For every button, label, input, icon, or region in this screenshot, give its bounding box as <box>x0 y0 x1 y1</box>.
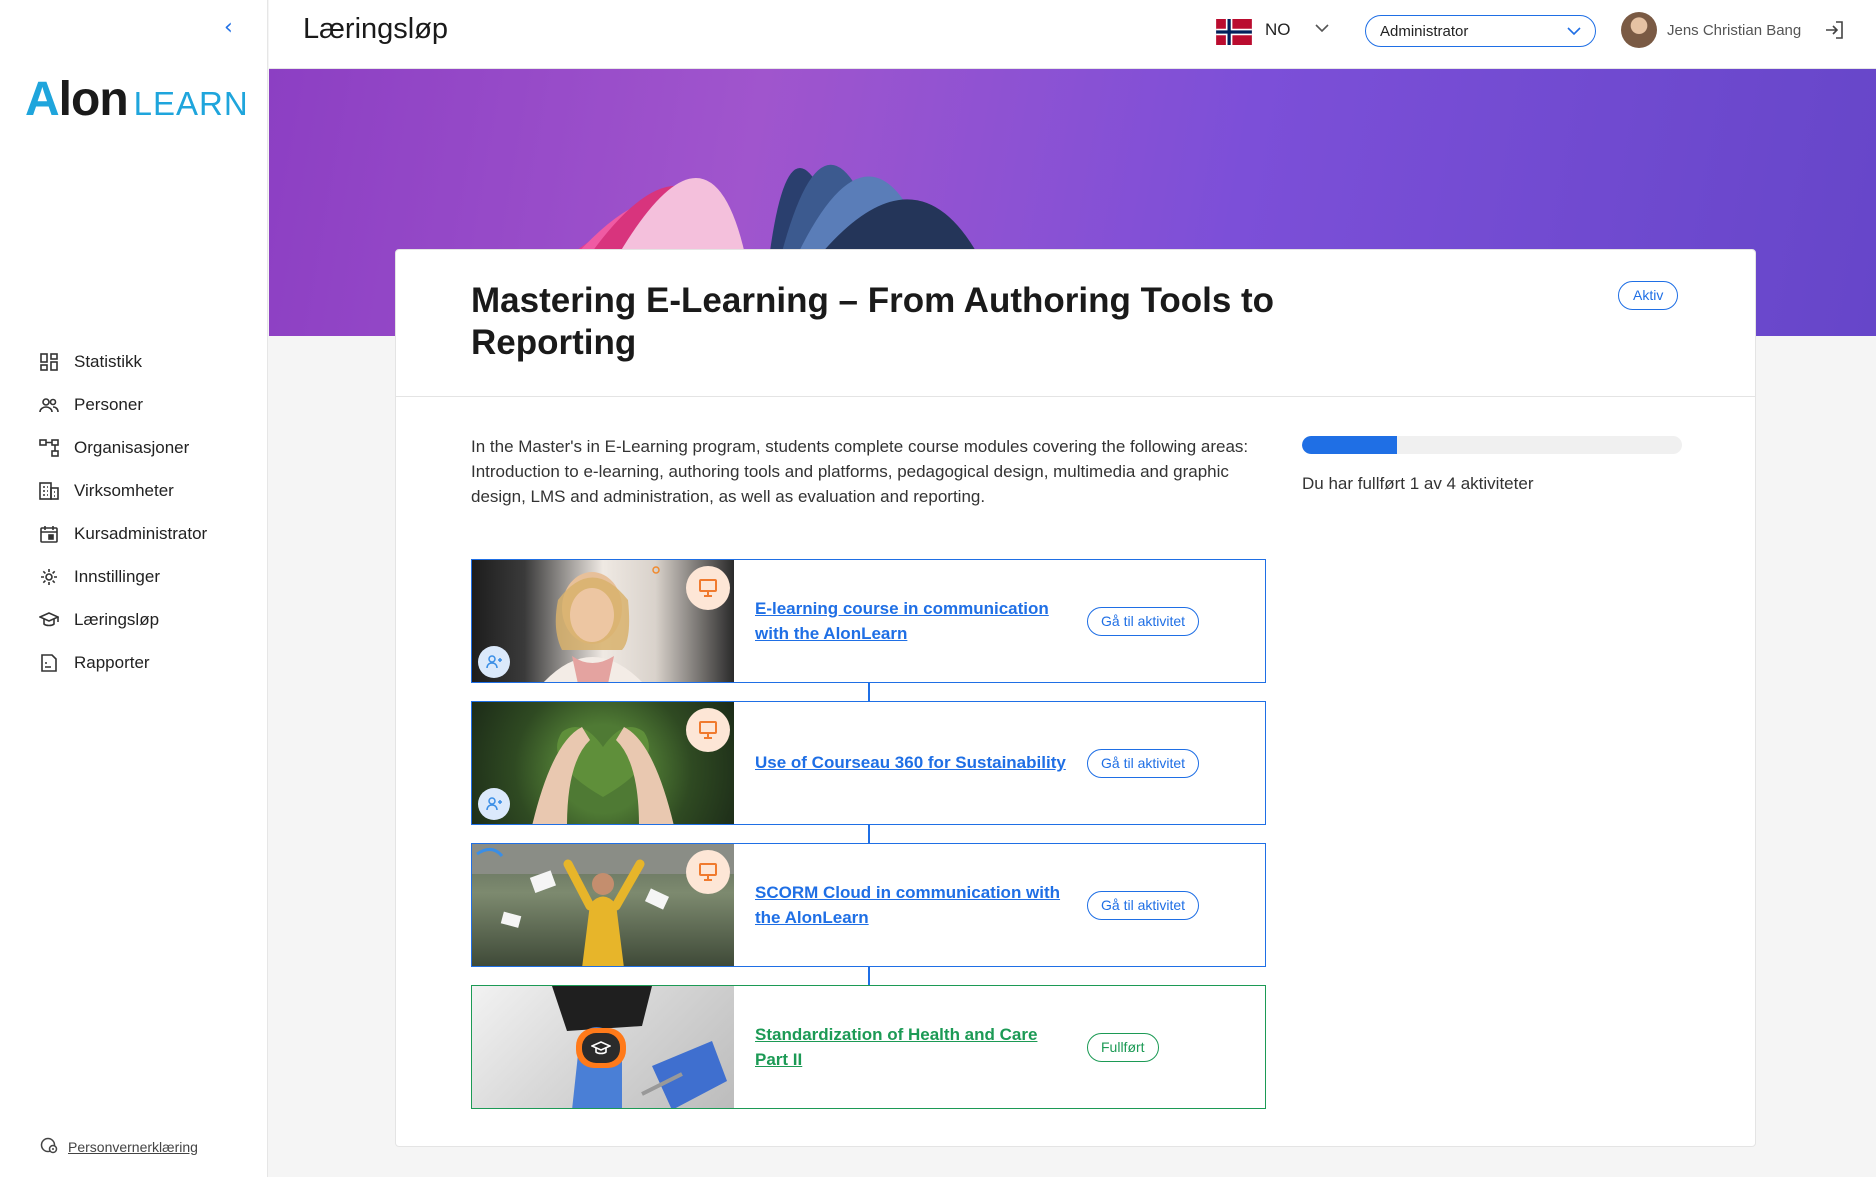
sidebar-item-laeringslop[interactable]: Læringsløp <box>38 598 207 641</box>
dashboard-icon <box>38 351 60 373</box>
logout-icon[interactable] <box>1824 20 1846 42</box>
avatar[interactable] <box>1621 12 1657 48</box>
sidebar-item-label: Læringsløp <box>74 609 160 629</box>
sidebar-item-label: Rapporter <box>74 652 150 672</box>
presentation-icon <box>686 850 730 894</box>
privacy-link[interactable]: Personvernerklæring <box>40 1136 198 1157</box>
graduation-cap-icon <box>38 609 60 631</box>
page-title: Læringsløp <box>303 13 449 45</box>
activity-title-link[interactable]: Standardization of Health and Care Part … <box>755 1022 1075 1072</box>
alonlearn-logo[interactable]: Alon LEARN <box>25 74 249 124</box>
sidebar-item-label: Innstillinger <box>74 566 160 586</box>
go-to-activity-button[interactable]: Gå til aktivitet <box>1087 891 1200 920</box>
role-select[interactable]: Administrator <box>1365 15 1596 47</box>
shield-icon <box>40 1136 58 1157</box>
activity-thumbnail[interactable] <box>472 844 734 966</box>
sidebar-item-rapporter[interactable]: Rapporter <box>38 641 207 684</box>
sidebar-nav: Statistikk Personer Organisasjoner Virks… <box>38 340 207 684</box>
activity-thumbnail[interactable] <box>472 702 734 824</box>
activity-card: Use of Courseau 360 for Sustainability G… <box>471 701 1266 825</box>
building-icon <box>38 480 60 502</box>
language-code[interactable]: NO <box>1265 20 1291 40</box>
activity-card: E-learning course in communication with … <box>471 559 1266 683</box>
progress-text: Du har fullført 1 av 4 aktiviteter <box>1302 474 1534 493</box>
activity-connector <box>868 683 870 701</box>
sidebar-item-innstillinger[interactable]: Innstillinger <box>38 555 207 598</box>
sidebar-item-personer[interactable]: Personer <box>38 383 207 426</box>
chevron-down-icon <box>1567 23 1581 40</box>
collapse-sidebar-icon[interactable]: ‹ <box>224 16 244 40</box>
sidebar-item-label: Organisasjoner <box>74 437 190 457</box>
sidebar-item-label: Kursadministrator <box>74 523 208 543</box>
activity-title-link[interactable]: Use of Courseau 360 for Sustainability <box>755 750 1075 775</box>
sidebar-item-label: Statistikk <box>74 351 143 371</box>
people-icon <box>38 394 60 416</box>
sidebar-item-kursadministrator[interactable]: Kursadministrator <box>38 512 207 555</box>
progress-bar <box>1302 436 1682 454</box>
divider <box>396 396 1755 397</box>
status-badge: Aktiv <box>1618 281 1679 310</box>
go-to-activity-button[interactable]: Gå til aktivitet <box>1087 749 1200 778</box>
sidebar-item-label: Personer <box>74 394 143 414</box>
progress-fill <box>1302 436 1397 454</box>
org-chart-icon <box>38 437 60 459</box>
activity-card: SCORM Cloud in communication with the Al… <box>471 843 1266 967</box>
assign-user-icon <box>478 646 510 678</box>
activity-thumbnail[interactable] <box>472 560 734 682</box>
course-completed-cap-icon <box>576 1028 626 1068</box>
activity-connector <box>868 967 870 985</box>
sidebar-item-label: Virksomheter <box>74 480 174 500</box>
course-title: Mastering E-Learning – From Authoring To… <box>471 281 1275 362</box>
activity-card: Standardization of Health and Care Part … <box>471 985 1266 1109</box>
activity-connector <box>868 825 870 843</box>
logo-sub: LEARN <box>133 85 249 122</box>
course-description: In the Master's in E-Learning program, s… <box>471 437 1249 506</box>
role-value: Administrator <box>1380 22 1469 40</box>
activity-thumbnail[interactable] <box>472 986 734 1108</box>
logo-main: Alon <box>25 73 129 126</box>
sidebar-item-statistikk[interactable]: Statistikk <box>38 340 207 383</box>
assign-user-icon <box>478 788 510 820</box>
presentation-icon <box>686 566 730 610</box>
activity-title-link[interactable]: E-learning course in communication with … <box>755 596 1075 646</box>
activity-title-link[interactable]: SCORM Cloud in communication with the Al… <box>755 880 1075 930</box>
sidebar-item-organisasjoner[interactable]: Organisasjoner <box>38 426 207 469</box>
top-header: Læringsløp NO Administrator Jens Christi… <box>269 0 1876 69</box>
sidebar: ‹ Alon LEARN Statistikk Personer Organis… <box>0 0 268 1177</box>
privacy-label: Personvernerklæring <box>68 1138 198 1155</box>
language-chevron-down-icon[interactable] <box>1314 20 1330 36</box>
norway-flag-icon[interactable] <box>1215 19 1253 45</box>
calendar-icon <box>38 523 60 545</box>
completed-button[interactable]: Fullført <box>1087 1033 1159 1062</box>
gear-icon <box>38 566 60 588</box>
go-to-activity-button[interactable]: Gå til aktivitet <box>1087 607 1200 636</box>
course-card: Mastering E-Learning – From Authoring To… <box>395 249 1756 1147</box>
report-icon <box>38 652 60 674</box>
user-name[interactable]: Jens Christian Bang <box>1667 22 1801 39</box>
presentation-icon <box>686 708 730 752</box>
sidebar-item-virksomheter[interactable]: Virksomheter <box>38 469 207 512</box>
